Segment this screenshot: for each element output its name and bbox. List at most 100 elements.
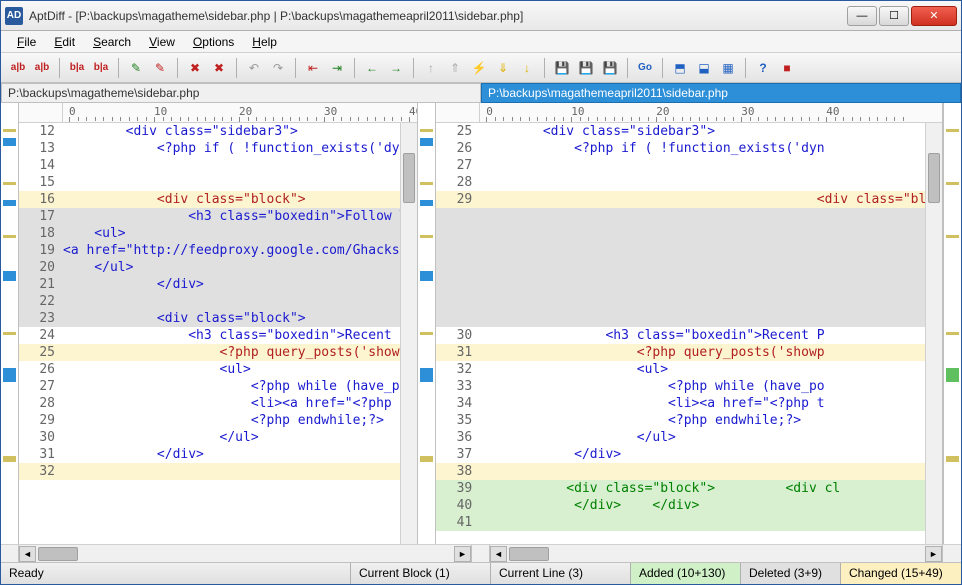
help-icon[interactable]: ? (752, 57, 774, 79)
code-line[interactable] (436, 310, 942, 327)
copy-left-to-right-all-icon[interactable]: a|b (31, 57, 53, 79)
line-text (480, 293, 942, 310)
code-line[interactable]: 21 </div> (19, 276, 417, 293)
code-line[interactable]: 37 </div> (436, 446, 942, 463)
left-code[interactable]: 12 <div class="sidebar3">13 <?php if ( !… (19, 123, 417, 544)
code-line[interactable]: 17 <h3 class="boxedin">Follow T (19, 208, 417, 225)
stop-icon[interactable]: ■ (776, 57, 798, 79)
code-line[interactable]: 29 <div class="bloc (436, 191, 942, 208)
left-horizontal-scrollbar[interactable]: ◄ ► (19, 545, 472, 562)
menu-help[interactable]: Help (244, 33, 285, 51)
code-line[interactable]: 33 <?php while (have_po (436, 378, 942, 395)
code-line[interactable]: 27 (436, 157, 942, 174)
down-fast-icon[interactable]: ⇓ (492, 57, 514, 79)
code-line[interactable] (436, 242, 942, 259)
copy-right-to-left-all-icon[interactable]: b|a (90, 57, 112, 79)
left-file-path[interactable]: P:\backups\magatheme\sidebar.php (1, 83, 481, 103)
left-overview-strip[interactable] (1, 103, 19, 544)
edit-left-icon[interactable]: ✎ (125, 57, 147, 79)
menu-edit[interactable]: Edit (46, 33, 83, 51)
center-overview-strip[interactable] (418, 103, 436, 544)
delete-right-icon[interactable]: ✖ (208, 57, 230, 79)
code-line[interactable]: 26 <?php if ( !function_exists('dyn (436, 140, 942, 157)
save-left-icon[interactable]: 💾 (551, 57, 573, 79)
copy-left-to-right-icon[interactable]: a|b (7, 57, 29, 79)
delete-left-icon[interactable]: ✖ (184, 57, 206, 79)
code-line[interactable] (436, 259, 942, 276)
code-line[interactable]: 35 <?php endwhile;?> (436, 412, 942, 429)
code-line[interactable]: 32 <ul> (436, 361, 942, 378)
right-horizontal-scrollbar[interactable]: ◄ ► (490, 545, 943, 562)
code-line[interactable]: 40 </div> </div> (436, 497, 942, 514)
code-line[interactable]: 16 <div class="block"> (19, 191, 417, 208)
code-line[interactable]: 34 <li><a href="<?php t (436, 395, 942, 412)
code-line[interactable]: 22 (19, 293, 417, 310)
right-vertical-scrollbar[interactable] (925, 123, 942, 544)
menu-file[interactable]: File (9, 33, 44, 51)
scroll-right-icon[interactable]: ► (454, 546, 471, 562)
code-line[interactable]: 23 <div class="block"> (19, 310, 417, 327)
code-line[interactable]: 28 (436, 174, 942, 191)
code-line[interactable]: 38 (436, 463, 942, 480)
code-line[interactable]: 14 (19, 157, 417, 174)
layout-horizontal-icon[interactable]: ⬒ (669, 57, 691, 79)
code-line[interactable]: 25 <?php query_posts('showp (19, 344, 417, 361)
right-overview-strip[interactable] (943, 103, 961, 544)
maximize-button[interactable]: ☐ (879, 6, 909, 26)
save-right-icon[interactable]: 💾 (575, 57, 597, 79)
code-line[interactable]: 30 </ul> (19, 429, 417, 446)
save-all-icon[interactable]: 💾 (599, 57, 621, 79)
first-diff-icon[interactable]: ⇤ (302, 57, 324, 79)
menu-options[interactable]: Options (185, 33, 242, 51)
left-vertical-scrollbar[interactable] (400, 123, 417, 544)
code-line[interactable]: 39 <div class="block"> <div cl (436, 480, 942, 497)
code-line[interactable]: 19<a href="http://feedproxy.google.com/G… (19, 242, 417, 259)
code-line[interactable] (436, 293, 942, 310)
code-line[interactable]: 31 <?php query_posts('showp (436, 344, 942, 361)
last-diff-icon[interactable]: ⇥ (326, 57, 348, 79)
undo-icon[interactable]: ↶ (243, 57, 265, 79)
close-button[interactable]: ✕ (911, 6, 957, 26)
code-line[interactable]: 15 (19, 174, 417, 191)
goto-icon[interactable]: Go (634, 57, 656, 79)
scroll-right-icon[interactable]: ► (925, 546, 942, 562)
layout-vertical-icon[interactable]: ⬓ (693, 57, 715, 79)
right-file-path[interactable]: P:\backups\magathemeapril2011\sidebar.ph… (481, 83, 961, 103)
code-line[interactable]: 12 <div class="sidebar3"> (19, 123, 417, 140)
code-line[interactable] (436, 225, 942, 242)
code-line[interactable]: 41 (436, 514, 942, 531)
layout-grid-icon[interactable]: ▦ (717, 57, 739, 79)
code-line[interactable]: 24 <h3 class="boxedin">Recent P (19, 327, 417, 344)
up-fast-icon[interactable]: ⇑ (444, 57, 466, 79)
code-line[interactable]: 18 <ul> (19, 225, 417, 242)
code-line[interactable]: 25 <div class="sidebar3"> (436, 123, 942, 140)
code-line[interactable]: 20 </ul> (19, 259, 417, 276)
edit-right-icon[interactable]: ✎ (149, 57, 171, 79)
code-line[interactable]: 26 <ul> (19, 361, 417, 378)
menu-search[interactable]: Search (85, 33, 139, 51)
code-line[interactable]: 36 </ul> (436, 429, 942, 446)
code-line[interactable]: 31 </div> (19, 446, 417, 463)
code-line[interactable]: 29 <?php endwhile;?> (19, 412, 417, 429)
next-diff-icon[interactable]: → (385, 57, 407, 79)
code-line[interactable] (436, 208, 942, 225)
status-changed: Changed (15+49) (841, 563, 961, 584)
prev-diff-icon[interactable]: ← (361, 57, 383, 79)
scroll-left-icon[interactable]: ◄ (19, 546, 36, 562)
down-icon[interactable]: ↓ (516, 57, 538, 79)
code-line[interactable]: 32 (19, 463, 417, 480)
menu-view[interactable]: View (141, 33, 183, 51)
redo-icon[interactable]: ↷ (267, 57, 289, 79)
code-line[interactable] (436, 276, 942, 293)
code-line[interactable]: 30 <h3 class="boxedin">Recent P (436, 327, 942, 344)
copy-right-to-left-icon[interactable]: b|a (66, 57, 88, 79)
line-number: 31 (19, 446, 63, 463)
scroll-left-icon[interactable]: ◄ (490, 546, 507, 562)
current-diff-icon[interactable]: ⚡ (468, 57, 490, 79)
code-line[interactable]: 13 <?php if ( !function_exists('dyn (19, 140, 417, 157)
code-line[interactable]: 27 <?php while (have_po (19, 378, 417, 395)
up-icon[interactable]: ↑ (420, 57, 442, 79)
code-line[interactable]: 28 <li><a href="<?php t (19, 395, 417, 412)
minimize-button[interactable]: — (847, 6, 877, 26)
right-code[interactable]: 25 <div class="sidebar3">26 <?php if ( !… (436, 123, 942, 544)
